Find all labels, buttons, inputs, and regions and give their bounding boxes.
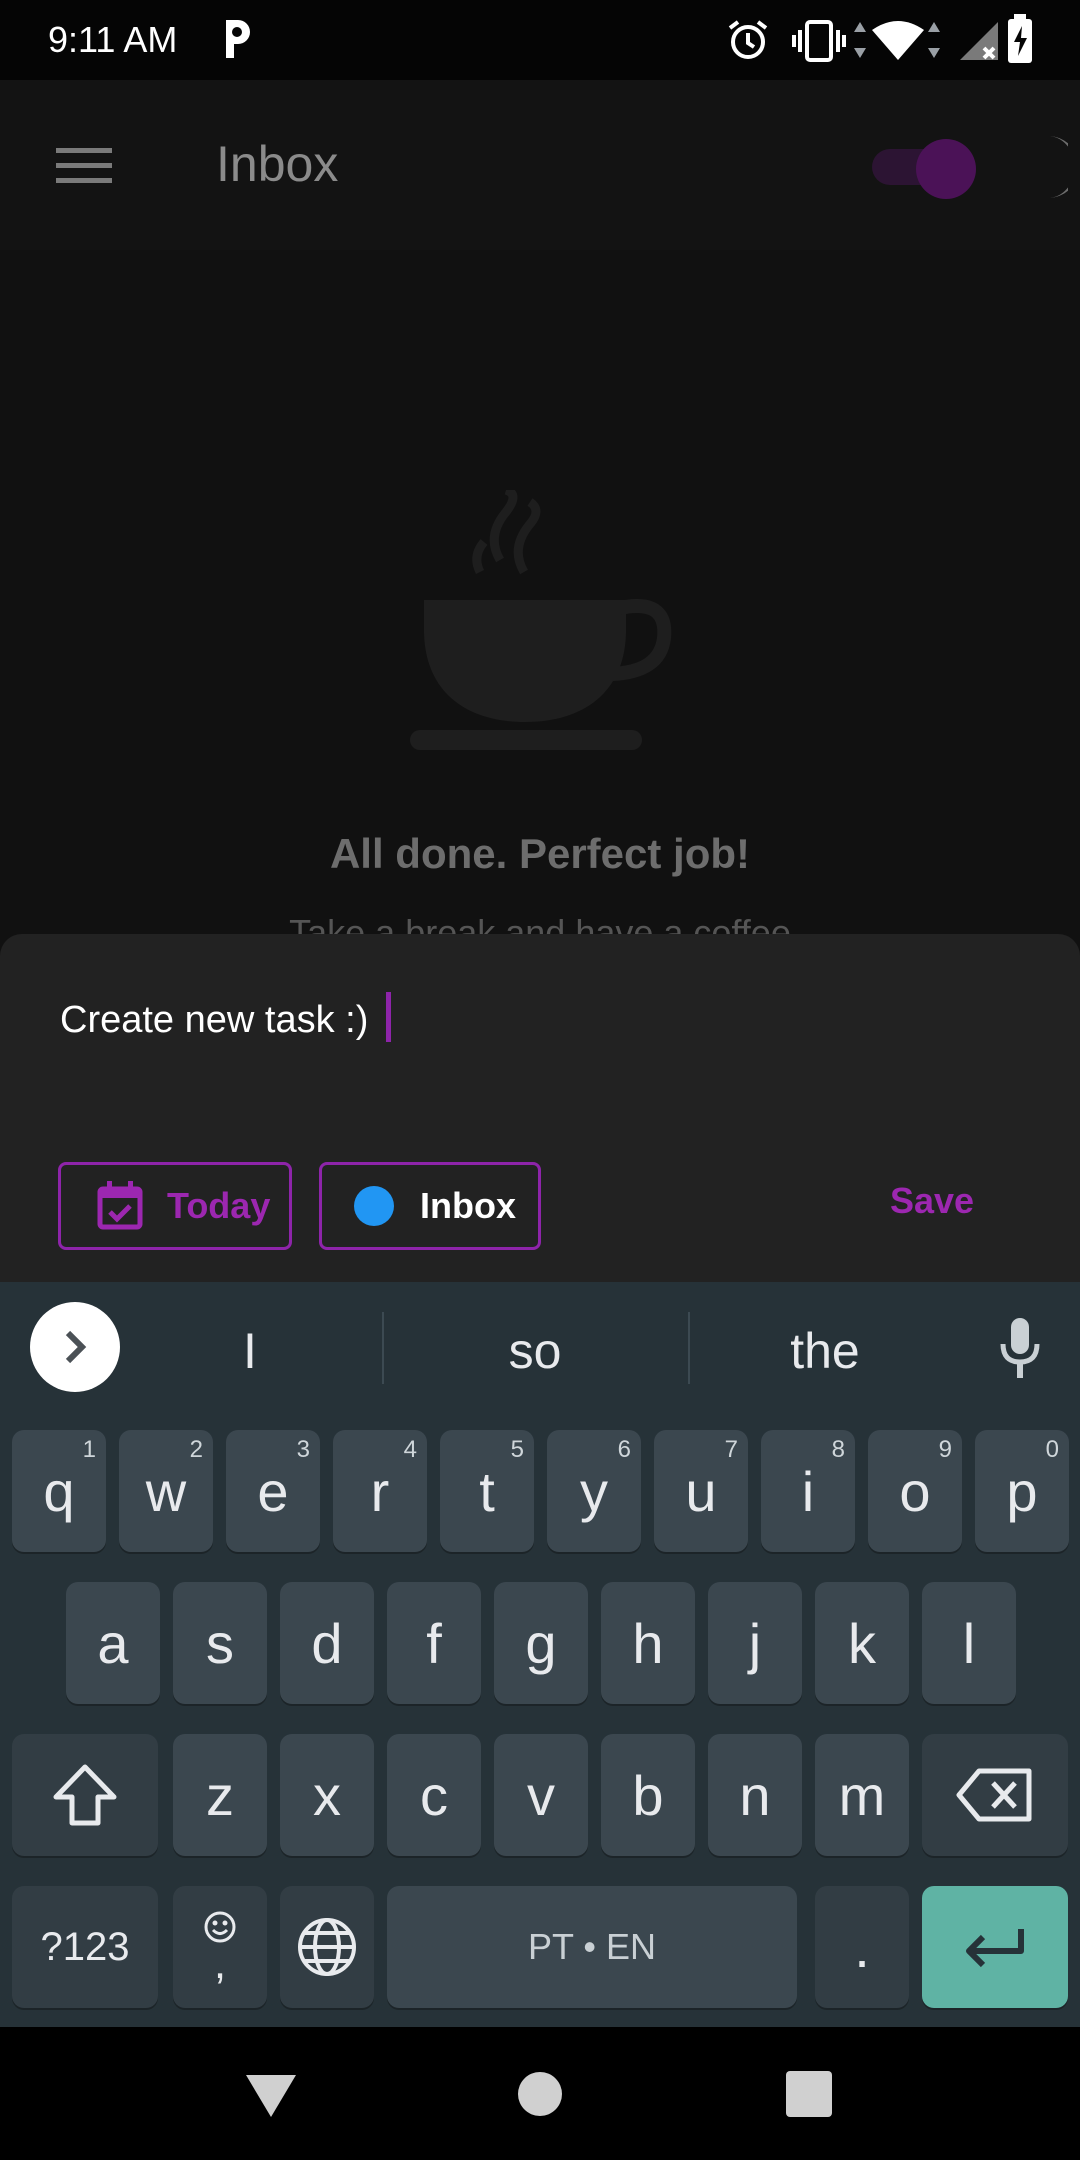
save-button[interactable]: Save	[890, 1180, 974, 1222]
back-icon[interactable]	[244, 2071, 298, 2119]
home-icon[interactable]	[518, 2072, 562, 2116]
status-bar: 9:11 AM	[0, 0, 1080, 80]
suggestion-divider	[688, 1312, 690, 1384]
project-color-dot	[354, 1186, 394, 1226]
key-e[interactable]: e3	[226, 1430, 320, 1552]
p-app-icon	[226, 20, 250, 58]
date-chip-label: Today	[167, 1185, 271, 1226]
hamburger-menu-icon[interactable]	[56, 146, 112, 186]
language-key[interactable]	[280, 1886, 374, 2008]
project-chip-inbox[interactable]: Inbox	[319, 1162, 541, 1250]
suggestion-2[interactable]: so	[420, 1322, 650, 1380]
key-l[interactable]: l	[922, 1582, 1016, 1704]
key-j[interactable]: j	[708, 1582, 802, 1704]
shift-key[interactable]	[12, 1734, 158, 1856]
key-m[interactable]: m	[815, 1734, 909, 1856]
key-d[interactable]: d	[280, 1582, 374, 1704]
new-task-sheet: Today Inbox Save	[0, 934, 1080, 1282]
symbols-key[interactable]: ?123	[12, 1886, 158, 2008]
globe-icon	[298, 1918, 356, 1976]
text-caret	[386, 992, 391, 1042]
backspace-icon	[956, 1768, 1032, 1822]
shift-arrow-icon	[53, 1764, 117, 1826]
battery-charging-icon	[1008, 14, 1032, 63]
vibrate-icon	[792, 20, 846, 62]
suggestion-divider	[382, 1312, 384, 1384]
theme-toggle[interactable]	[868, 139, 978, 199]
status-time: 9:11 AM	[48, 19, 178, 60]
suggestion-3[interactable]: the	[710, 1322, 940, 1380]
key-v[interactable]: v	[494, 1734, 588, 1856]
date-chip-today[interactable]: Today	[58, 1162, 292, 1250]
signal-icon	[960, 22, 998, 60]
microphone-icon[interactable]	[995, 1316, 1045, 1382]
key-q[interactable]: q1	[12, 1430, 106, 1552]
calendar-check-icon	[97, 1181, 143, 1230]
key-c[interactable]: c	[387, 1734, 481, 1856]
chevron-right-icon	[65, 1330, 87, 1364]
data-arrows-icon	[854, 22, 866, 58]
coffee-cup-icon	[410, 490, 672, 750]
space-key[interactable]: PT • EN	[387, 1886, 797, 2008]
navigation-bar	[0, 2027, 1080, 2160]
alarm-icon	[728, 20, 768, 59]
key-o[interactable]: o9	[868, 1430, 962, 1552]
key-f[interactable]: f	[387, 1582, 481, 1704]
key-a[interactable]: a	[66, 1582, 160, 1704]
key-i[interactable]: i8	[761, 1430, 855, 1552]
key-w[interactable]: w2	[119, 1430, 213, 1552]
period-key[interactable]: .	[815, 1886, 909, 2008]
enter-key[interactable]	[922, 1886, 1068, 2008]
key-s[interactable]: s	[173, 1582, 267, 1704]
project-chip-label: Inbox	[420, 1185, 516, 1226]
page-title: Inbox	[216, 136, 339, 192]
suggestion-1[interactable]: I	[150, 1322, 350, 1380]
emoji-comma-key[interactable]: ,	[173, 1886, 267, 2008]
key-u[interactable]: u7	[654, 1430, 748, 1552]
key-g[interactable]: g	[494, 1582, 588, 1704]
recents-icon[interactable]	[786, 2071, 832, 2117]
wifi-arrows-icon	[928, 22, 940, 58]
key-h[interactable]: h	[601, 1582, 695, 1704]
key-z[interactable]: z	[173, 1734, 267, 1856]
app-bar: Inbox	[0, 80, 1080, 250]
new-task-input[interactable]	[60, 990, 960, 1050]
key-t[interactable]: t5	[440, 1430, 534, 1552]
wifi-icon	[872, 21, 924, 60]
comma-label: ,	[213, 1939, 227, 1988]
key-r[interactable]: r4	[333, 1430, 427, 1552]
key-x[interactable]: x	[280, 1734, 374, 1856]
key-y[interactable]: y6	[547, 1430, 641, 1552]
moon-icon	[1048, 136, 1068, 198]
key-p[interactable]: p0	[975, 1430, 1069, 1552]
keyboard: I so the q1 w2 e3 r4 t5 y6 u7 i8 o9 p0 a…	[0, 1282, 1080, 2027]
key-k[interactable]: k	[815, 1582, 909, 1704]
suggestion-expand-button[interactable]	[30, 1302, 120, 1392]
enter-arrow-icon	[966, 1929, 1024, 1968]
key-n[interactable]: n	[708, 1734, 802, 1856]
backspace-key[interactable]	[922, 1734, 1068, 1856]
empty-state-title: All done. Perfect job!	[329, 830, 751, 877]
key-b[interactable]: b	[601, 1734, 695, 1856]
